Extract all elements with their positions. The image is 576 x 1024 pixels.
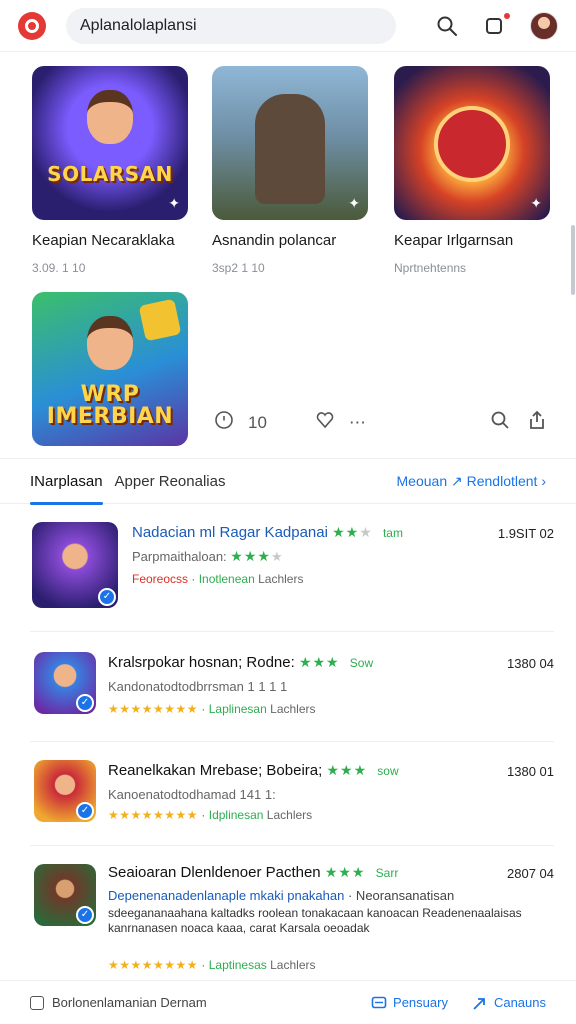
list-item[interactable]: ✓ Nadacian ml Ragar Kadpanai ★★★ tam 1.9… [30, 506, 554, 632]
scrollbar[interactable] [571, 225, 575, 295]
featured-actions: 10 ⋯ [214, 410, 366, 435]
footer-button-1[interactable]: Pensuary [371, 995, 448, 1011]
search-input[interactable]: Aplanalolaplansi [66, 7, 396, 44]
app-description: sdeegananaahana kaltadks roolean tonakac… [108, 906, 522, 935]
app-tag: tam [382, 526, 403, 540]
app-date: 1380 04 [507, 656, 554, 671]
app-tag: sow [377, 764, 399, 778]
rating-stars: ★★★ [324, 864, 366, 880]
footer-button-2[interactable]: Canauns [472, 995, 546, 1011]
featured-section: SOLARSAN ✦ Keapian Necaraklaka 3.09. 1 1… [0, 60, 576, 450]
footer-option[interactable]: Borlonenlamanian Dernam [30, 995, 207, 1010]
featured-subtitle: 3sp2 1 10 [212, 261, 265, 275]
featured-actions-right [490, 410, 546, 435]
footer-option-label: Borlonenlamanian Dernam [52, 995, 207, 1010]
featured-card-2[interactable]: ✦ Asnandin polancar 3sp2 1 10 [212, 66, 372, 275]
app-meta: ★★★★★★★★ · Laptinesas Lachlers [108, 958, 316, 972]
footer-button-1-label: Pensuary [393, 995, 448, 1010]
featured-subtitle: Nprtnehtenns [394, 261, 467, 275]
app-title[interactable]: Seaioaran Dlenldenoer Pacthen ★★★ Sarr [108, 864, 398, 881]
notification-icon[interactable] [482, 10, 512, 39]
tab-active[interactable]: INarplasan [30, 458, 103, 505]
sparkle-icon: ✦ [168, 195, 180, 211]
app-title[interactable]: Kralsrpokar hosnan; Rodne: ★★★ Sow [108, 654, 373, 671]
recommendations-link[interactable]: Meouan ↗ Rendlotlent › [397, 473, 546, 490]
featured-card-3[interactable]: ✦ Keapar Irlgarnsan Nprtnehtenns [394, 66, 554, 275]
app-tag: Sow [349, 656, 374, 670]
app-date: 1.9SIT 02 [497, 526, 554, 541]
notification-badge [502, 10, 512, 21]
footer-button-2-label: Canauns [493, 995, 546, 1010]
app-icon: ✓ [34, 652, 96, 714]
verified-icon: ✓ [76, 802, 94, 820]
featured-card-1[interactable]: SOLARSAN ✦ Keapian Necaraklaka 3.09. 1 1… [32, 66, 192, 275]
search-icon[interactable] [434, 13, 460, 39]
search-text: Aplanalolaplansi [80, 16, 197, 34]
featured-image-4: WRP IMERBIAN [32, 292, 188, 446]
verified-icon: ✓ [98, 588, 116, 606]
featured-image-1: SOLARSAN ✦ [32, 66, 188, 220]
app-meta: Feoreocss · Inotlenean Lachlers [132, 572, 304, 586]
featured-subtitle: 3.09. 1 10 [32, 261, 86, 275]
top-header: Aplanalolaplansi [0, 0, 576, 52]
app-date: 1380 01 [507, 764, 554, 779]
share-icon[interactable] [528, 410, 546, 435]
app-icon: ✓ [32, 522, 118, 608]
action-count: 10 [248, 412, 267, 432]
sparkle-icon: ✦ [348, 195, 360, 211]
app-meta: ★★★★★★★★ · Laplinesan Lachlers [108, 702, 316, 716]
list-item[interactable]: ✓ Kralsrpokar hosnan; Rodne: ★★★ Sow 138… [30, 632, 554, 742]
list-item[interactable]: ✓ Seaioaran Dlenldenoer Pacthen ★★★ Sarr… [30, 846, 554, 978]
rating-stars: ★★★ [298, 654, 340, 670]
app-description-link[interactable]: Depenenanadenlanaple mkaki pnakahan · Ne… [108, 888, 454, 903]
featured-image-3: ✦ [394, 66, 550, 220]
rating-stars: ★★★ [326, 762, 368, 778]
footer-bar: Borlonenlamanian Dernam Pensuary Canauns [0, 980, 576, 1024]
featured-title: Keapian Necaraklaka [32, 232, 175, 249]
rating-stars: ★★★ [332, 524, 373, 540]
clock-icon[interactable] [214, 410, 234, 435]
app-subtitle: Kanoenatodtodhamad 141 1: [108, 787, 276, 802]
chat-icon [371, 996, 387, 1008]
app-icon: ✓ [34, 864, 96, 926]
search-icon[interactable] [490, 410, 510, 435]
verified-icon: ✓ [76, 694, 94, 712]
app-subtitle: Kandonatodtodbrrsman 1 1 1 1 [108, 679, 288, 694]
app-icon: ✓ [34, 760, 96, 822]
featured-title: Asnandin polancar [212, 232, 337, 249]
tab-bar: INarplasan Apper Reonalias Meouan ↗ Rend… [0, 458, 576, 505]
sparkle-icon: ✦ [530, 195, 542, 211]
featured-image-word: WRP IMERBIAN [46, 382, 174, 429]
tab-second[interactable]: Apper Reonalias [115, 458, 226, 504]
app-logo[interactable] [18, 11, 46, 40]
app-tag: Sarr [375, 866, 399, 880]
list-item[interactable]: ✓ Reanelkakan Mrebase; Bobeira; ★★★ sow … [30, 742, 554, 846]
share-icon [473, 997, 485, 1010]
more-icon[interactable]: ⋯ [349, 413, 366, 433]
featured-title: Keapar Irlgarnsan [394, 232, 514, 249]
featured-card-4[interactable]: WRP IMERBIAN [32, 292, 192, 446]
app-subtitle: Parpmaithaloan: ★★★★ [132, 548, 283, 564]
app-date: 2807 04 [507, 866, 554, 881]
avatar[interactable] [530, 11, 558, 40]
app-meta: ★★★★★★★★ · Idplinesan Lachlers [108, 808, 313, 822]
heart-icon[interactable] [315, 410, 335, 435]
featured-image-2: ✦ [212, 66, 368, 220]
featured-image-word: SOLARSAN [47, 162, 173, 186]
app-title[interactable]: Reanelkakan Mrebase; Bobeira; ★★★ sow [108, 762, 399, 779]
app-title[interactable]: Nadacian ml Ragar Kadpanai ★★★ tam [132, 524, 403, 541]
checkbox-icon[interactable] [30, 995, 44, 1010]
verified-icon: ✓ [76, 906, 94, 924]
